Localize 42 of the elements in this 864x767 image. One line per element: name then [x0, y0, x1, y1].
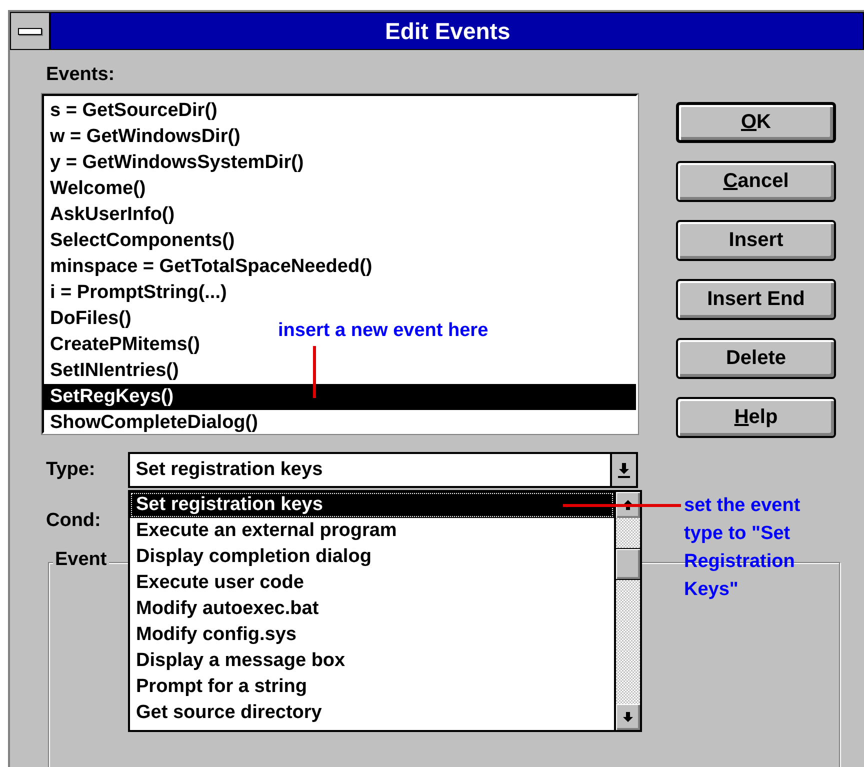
type-option[interactable]: Prompt for a string: [130, 674, 614, 700]
type-dropdown[interactable]: Set registration keys: [128, 452, 638, 488]
annotation-text: insert a new event here: [278, 320, 488, 342]
cond-label: Cond:: [46, 510, 102, 532]
type-option[interactable]: Display completion dialog: [130, 544, 614, 570]
type-option[interactable]: Display a message box: [130, 648, 614, 674]
event-item[interactable]: s = GetSourceDir(): [44, 98, 218, 124]
type-option[interactable]: Set registration keys: [130, 492, 614, 518]
dialog-button[interactable]: Insert End: [676, 279, 836, 320]
event-item[interactable]: SetINIentries(): [44, 358, 179, 384]
dialog-button[interactable]: Help: [676, 397, 836, 438]
type-option[interactable]: Modify autoexec.bat: [130, 596, 614, 622]
system-menu-button[interactable]: [11, 13, 51, 49]
event-item[interactable]: DoFiles(): [44, 306, 132, 332]
event-item[interactable]: SelectComponents(): [44, 228, 235, 254]
event-item[interactable]: w = GetWindowsDir(): [44, 124, 240, 150]
event-item[interactable]: i = PromptString(...): [44, 280, 227, 306]
scrollbar[interactable]: [614, 492, 640, 730]
events-label: Events:: [46, 64, 116, 86]
leader-line: [313, 346, 316, 398]
dialog-button[interactable]: OK: [676, 102, 836, 143]
window-title: Edit Events: [385, 18, 510, 44]
type-option[interactable]: Get source directory: [130, 700, 614, 726]
scroll-thumb[interactable]: [616, 548, 640, 580]
type-options-list[interactable]: Set registration keys Execute an external program Display completion dialog Execute user code Modify autoexec.bat Modify config.sys Display a message box Prompt for a string Get source directory: [128, 490, 642, 732]
dialog-button[interactable]: Insert: [676, 220, 836, 261]
type-option[interactable]: Execute user code: [130, 570, 614, 596]
events-list[interactable]: [42, 94, 638, 434]
event-item[interactable]: minspace = GetTotalSpaceNeeded(): [44, 254, 372, 280]
type-option[interactable]: Modify config.sys: [130, 622, 614, 648]
event-item[interactable]: SetRegKeys(): [44, 384, 636, 410]
event-item[interactable]: y = GetWindowsSystemDir(): [44, 150, 304, 176]
type-label: Type:: [45, 459, 96, 481]
event-item[interactable]: AskUserInfo(): [44, 202, 175, 228]
event-item[interactable]: CreatePMitems(): [44, 332, 200, 358]
dialog-button[interactable]: Delete: [676, 338, 836, 379]
annotation-text: set the event type to "Set Registration Keys": [684, 494, 802, 602]
event-item[interactable]: Welcome(): [44, 176, 146, 202]
dialog-button[interactable]: Cancel: [676, 161, 836, 202]
event-item[interactable]: ShowCompleteDialog(): [44, 410, 258, 436]
scroll-down-icon[interactable]: [616, 704, 640, 730]
type-option[interactable]: Execute an external program: [130, 518, 614, 544]
